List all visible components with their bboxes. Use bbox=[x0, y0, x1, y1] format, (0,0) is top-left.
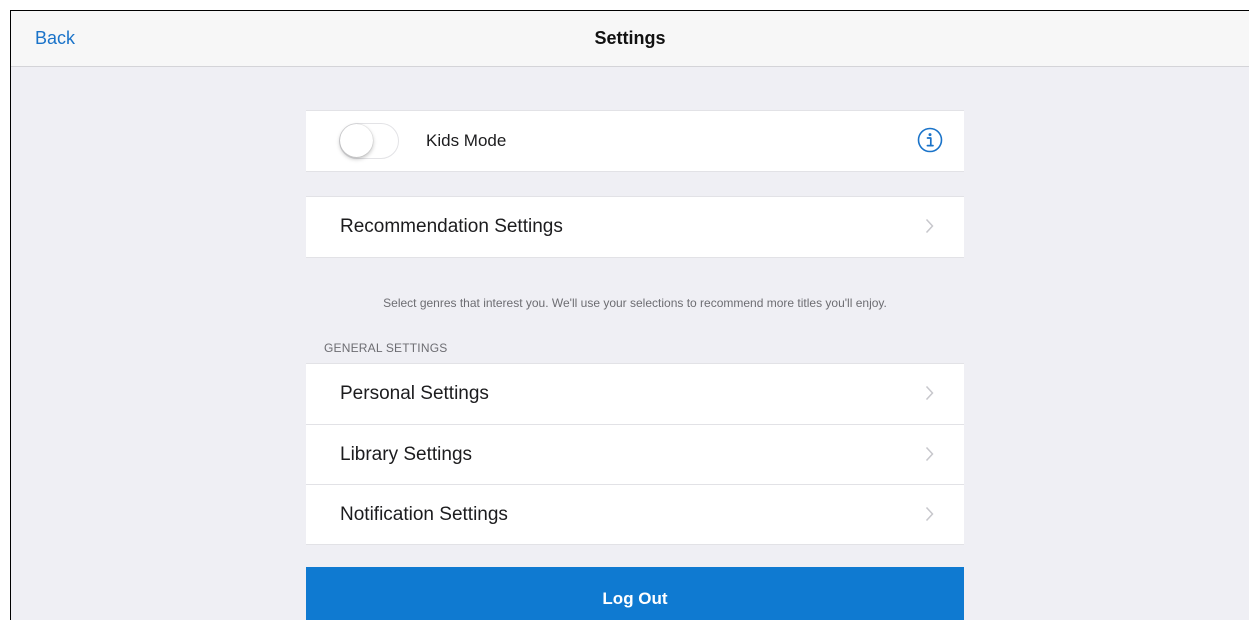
app-window: Back Settings Kids Mode Recommendation S… bbox=[10, 10, 1249, 620]
chevron-right-icon bbox=[925, 218, 934, 234]
recommendation-settings-label: Recommendation Settings bbox=[340, 216, 563, 237]
personal-settings-row[interactable]: Personal Settings bbox=[306, 364, 964, 424]
notification-settings-label: Notification Settings bbox=[340, 503, 508, 525]
kids-mode-row: Kids Mode bbox=[306, 111, 964, 171]
settings-content: Kids Mode Recommendation Settings Select… bbox=[306, 110, 964, 545]
navigation-bar: Back Settings bbox=[11, 11, 1249, 67]
recommendation-helper-text: Select genres that interest you. We'll u… bbox=[383, 296, 887, 310]
chevron-right-icon bbox=[925, 385, 934, 401]
general-settings-group: Personal Settings Library Settings Notif… bbox=[306, 363, 964, 545]
page-title: Settings bbox=[594, 28, 666, 48]
toggle-knob bbox=[340, 124, 373, 157]
logout-button[interactable]: Log Out bbox=[306, 567, 964, 620]
chevron-right-icon bbox=[925, 506, 934, 522]
info-icon[interactable] bbox=[917, 127, 943, 153]
library-settings-label: Library Settings bbox=[340, 443, 473, 465]
chevron-right-icon bbox=[925, 446, 934, 462]
recommendation-settings-row[interactable]: Recommendation Settings bbox=[306, 197, 964, 257]
notification-settings-row[interactable]: Notification Settings bbox=[306, 484, 964, 544]
kids-mode-group: Kids Mode bbox=[306, 110, 964, 172]
kids-mode-label: Kids Mode bbox=[426, 131, 507, 150]
personal-settings-label: Personal Settings bbox=[340, 383, 489, 404]
library-settings-row[interactable]: Library Settings bbox=[306, 424, 964, 484]
general-settings-header: GENERAL SETTINGS bbox=[324, 341, 448, 355]
recommendation-group: Recommendation Settings bbox=[306, 196, 964, 258]
kids-mode-toggle[interactable] bbox=[339, 123, 399, 159]
